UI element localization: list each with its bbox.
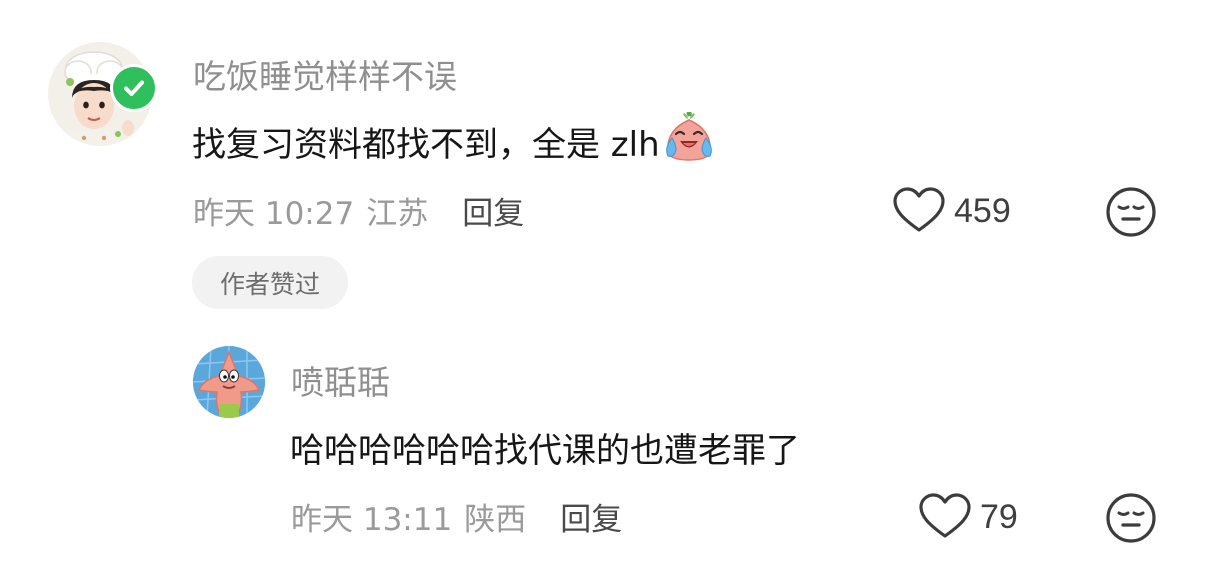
avatar[interactable] bbox=[193, 346, 265, 418]
comment-text-body: 找复习资料都找不到，全是 zlh bbox=[192, 124, 660, 165]
like-count: 459 bbox=[954, 191, 1011, 230]
like-button[interactable]: 79 bbox=[918, 492, 1018, 542]
dislike-button[interactable] bbox=[1105, 492, 1157, 544]
comment-meta: 昨天 10:27 江苏 回复 bbox=[193, 188, 524, 232]
avatar-image bbox=[193, 346, 265, 418]
dislike-button[interactable] bbox=[1105, 186, 1157, 238]
heart-icon bbox=[918, 492, 972, 542]
neutral-face-icon bbox=[1106, 187, 1156, 237]
reply-button[interactable]: 回复 bbox=[462, 188, 524, 233]
comment-meta: 昨天 13:11 陕西 回复 bbox=[291, 494, 622, 538]
comment-location: 江苏 bbox=[366, 195, 429, 232]
like-button[interactable]: 459 bbox=[892, 186, 1011, 236]
comment-location: 陕西 bbox=[464, 501, 527, 538]
comment-time: 昨天 10:27 bbox=[193, 195, 355, 232]
author-liked-badge: 作者赞过 bbox=[192, 256, 348, 309]
neutral-face-icon bbox=[1106, 493, 1156, 543]
like-count: 79 bbox=[980, 497, 1018, 536]
comment-text: 哈哈哈哈哈哈找代课的也遭老罪了 bbox=[290, 422, 800, 472]
comment-time: 昨天 13:11 bbox=[291, 501, 453, 538]
reply-comment-item: 喷聒聒 哈哈哈哈哈哈找代课的也遭老罪了 昨天 13:11 陕西 回复 79 bbox=[0, 320, 1206, 569]
crying-laughing-sticker-icon bbox=[662, 111, 716, 171]
heart-icon bbox=[892, 186, 946, 236]
verified-check-icon bbox=[110, 64, 158, 112]
comment-item: 吃饭睡觉样样不误 找复习资料都找不到，全是 zlh 昨天 10:27 江苏 回复 bbox=[0, 0, 1206, 320]
reply-button[interactable]: 回复 bbox=[560, 494, 622, 539]
username[interactable]: 喷聒聒 bbox=[291, 356, 390, 404]
username[interactable]: 吃饭睡觉样样不误 bbox=[193, 50, 457, 98]
comment-text-body: 哈哈哈哈哈哈找代课的也遭老罪了 bbox=[290, 430, 800, 471]
comment-text: 找复习资料都找不到，全是 zlh bbox=[192, 111, 716, 166]
